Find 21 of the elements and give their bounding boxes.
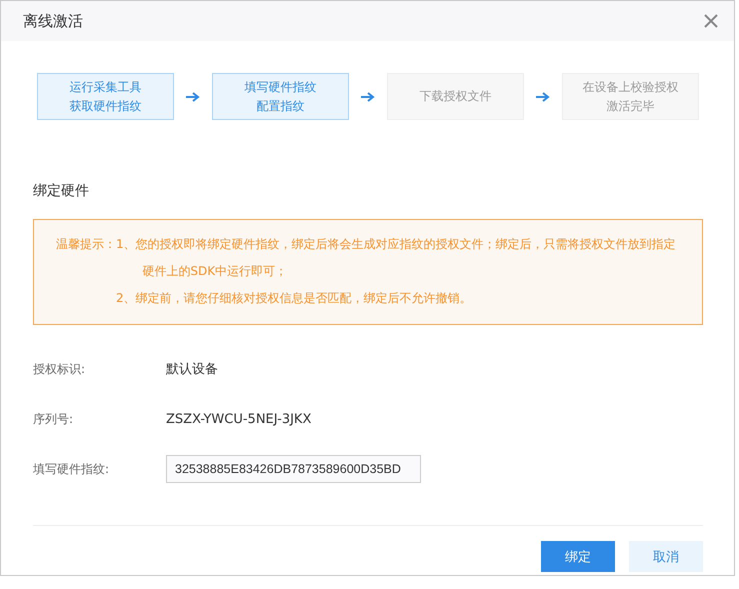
bind-button[interactable]: 绑定 bbox=[541, 541, 615, 572]
arrow-icon bbox=[361, 92, 375, 102]
notice-label: 温馨提示： bbox=[56, 236, 116, 253]
notice-text: 2、绑定前，请您仔细核对授权信息是否匹配，绑定后不允许撤销。 bbox=[116, 290, 473, 307]
field-label: 序列号: bbox=[33, 410, 74, 428]
arrow-icon bbox=[186, 92, 200, 102]
field-label: 填写硬件指纹: bbox=[33, 460, 110, 478]
step: 在设备上校验授权 激活完毕 bbox=[562, 73, 699, 120]
cancel-button[interactable]: 取消 bbox=[629, 541, 703, 572]
notice-text: 1、您的授权即将绑定硬件指纹，绑定后将会生成对应指纹的授权文件；绑定后，只需将授权文件放到指定硬件上的SDK中运行即可； bbox=[116, 236, 677, 280]
step: 下载授权文件 bbox=[387, 73, 524, 120]
field-value: 默认设备 bbox=[166, 361, 218, 378]
close-icon[interactable] bbox=[704, 14, 718, 28]
step: 运行采集工具 获取硬件指纹 bbox=[37, 73, 174, 120]
field-label: 授权标识: bbox=[33, 360, 86, 378]
section-title: 绑定硬件 bbox=[33, 182, 90, 200]
input-field[interactable]: 32538885E83426DB7873589600D35BD bbox=[166, 455, 421, 483]
field-value: ZSZX-YWCU-5NEJ-3JKX bbox=[166, 412, 312, 426]
arrow-icon bbox=[536, 92, 550, 102]
window-title: 离线激活 bbox=[23, 12, 83, 30]
step: 填写硬件指纹 配置指纹 bbox=[212, 73, 349, 120]
